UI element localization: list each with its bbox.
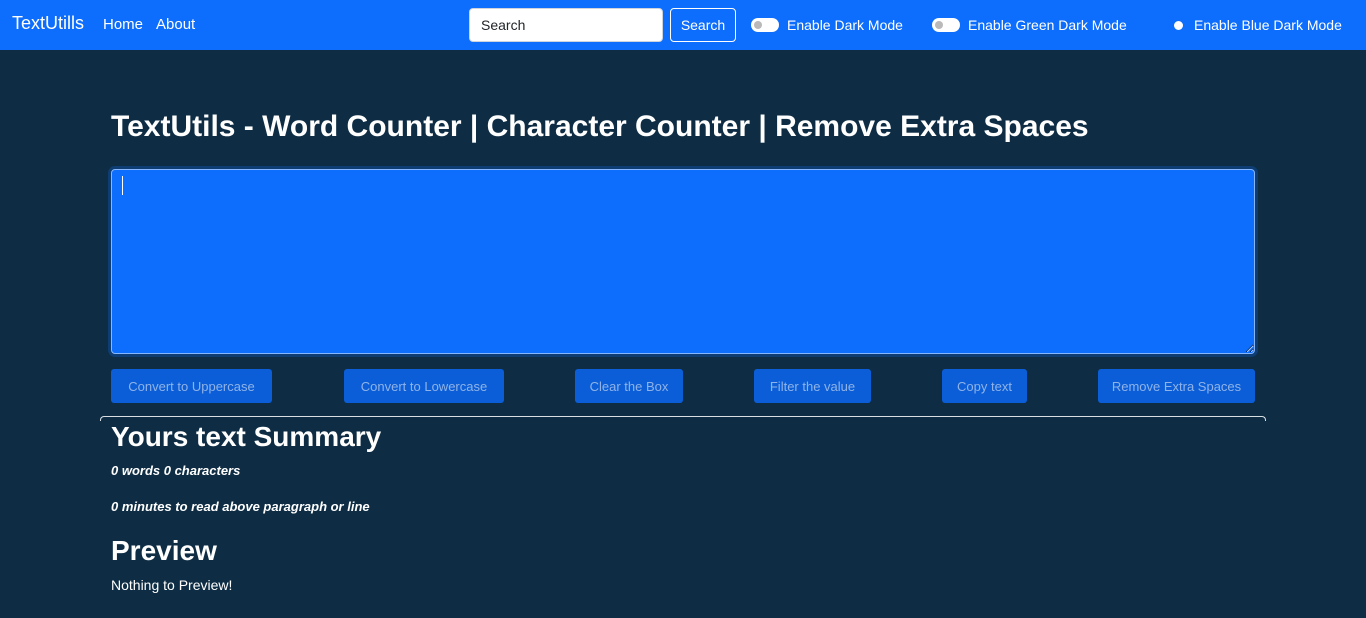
copy-button[interactable]: Copy text <box>942 369 1027 403</box>
filter-button[interactable]: Filter the value <box>754 369 871 403</box>
blue-dark-mode-radio[interactable] <box>1174 20 1183 30</box>
dark-mode-switch[interactable] <box>751 18 779 32</box>
read-time: 0 minutes to read above paragraph or lin… <box>111 499 370 514</box>
green-dark-mode-toggle[interactable]: Enable Green Dark Mode <box>932 15 1127 35</box>
navbar: TextUtills Home About Search Enable Dark… <box>0 0 1366 50</box>
nav-link-home[interactable]: Home <box>103 16 143 33</box>
search-input[interactable] <box>469 8 663 42</box>
brand-logo[interactable]: TextUtills <box>12 13 84 34</box>
word-char-count: 0 words 0 characters <box>111 463 241 478</box>
text-input-area[interactable] <box>111 169 1255 354</box>
green-dark-mode-label: Enable Green Dark Mode <box>968 17 1127 33</box>
blue-dark-mode-toggle[interactable]: Enable Blue Dark Mode <box>1174 15 1342 35</box>
nav-link-about[interactable]: About <box>156 16 195 33</box>
preview-title: Preview <box>111 535 217 566</box>
remove-spaces-button[interactable]: Remove Extra Spaces <box>1098 369 1255 403</box>
text-caret <box>122 176 123 195</box>
uppercase-button[interactable]: Convert to Uppercase <box>111 369 272 403</box>
preview-text: Nothing to Preview! <box>111 577 233 593</box>
blue-dark-mode-label: Enable Blue Dark Mode <box>1194 17 1342 33</box>
lowercase-button[interactable]: Convert to Lowercase <box>344 369 504 403</box>
summary-title: Yours text Summary <box>111 421 382 452</box>
green-dark-mode-switch[interactable] <box>932 18 960 32</box>
page-title: TextUtils - Word Counter | Character Cou… <box>111 110 1089 143</box>
search-button[interactable]: Search <box>670 8 736 42</box>
clear-button[interactable]: Clear the Box <box>575 369 683 403</box>
dark-mode-toggle[interactable]: Enable Dark Mode <box>751 15 903 35</box>
dark-mode-label: Enable Dark Mode <box>787 17 903 33</box>
